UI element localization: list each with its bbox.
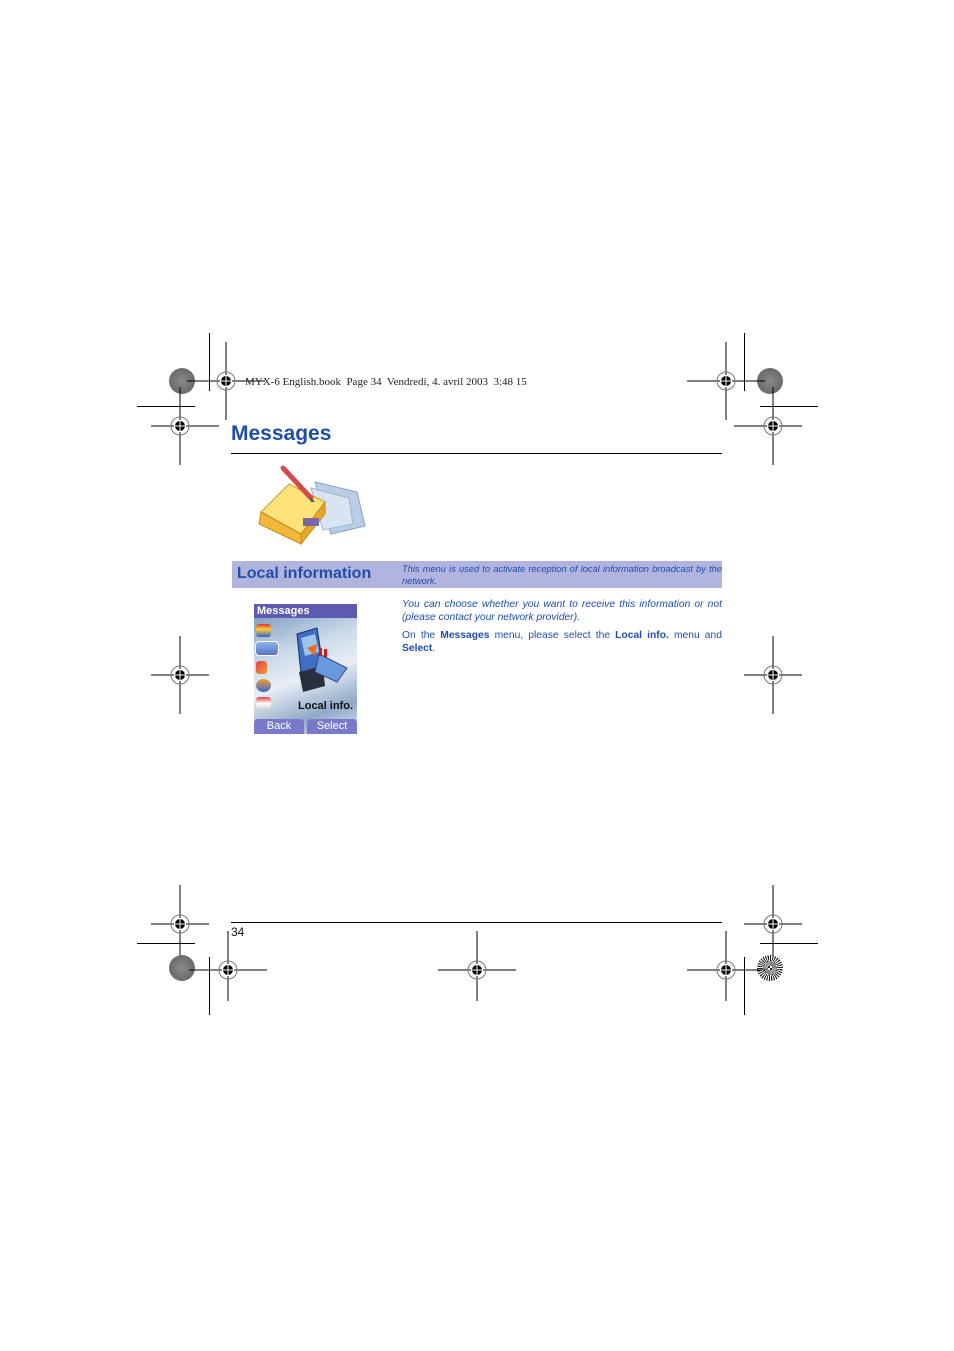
registration-target-icon	[189, 931, 267, 1001]
footer-rule	[231, 922, 722, 923]
outbox-icon	[256, 697, 271, 710]
cell-broadcast-icon	[256, 679, 271, 692]
crop-mark	[137, 943, 195, 944]
paragraph-instructions: On the Messages menu, please select the …	[402, 630, 722, 655]
section-header-band: Local information This menu is used to a…	[232, 561, 722, 588]
softkey-back: Back	[254, 719, 304, 734]
phone-screen-title: Messages	[254, 604, 357, 618]
pen-icon	[256, 661, 267, 674]
page-title: Messages	[231, 422, 332, 445]
messages-notepad-illustration-icon	[258, 465, 366, 546]
registration-target-icon	[151, 387, 219, 465]
menu-name-messages: Messages	[440, 630, 490, 641]
phone-selected-item-label: Local info.	[298, 700, 353, 712]
compose-icon	[255, 641, 279, 656]
title-rule	[231, 453, 722, 454]
print-slug-header: MYX-6 English.book Page 34 Vendredi, 4. …	[245, 376, 527, 388]
text-run: menu and	[668, 630, 722, 641]
phone-handset-icon	[296, 627, 348, 692]
registration-target-icon	[744, 636, 802, 714]
action-select: Select	[402, 642, 433, 654]
registration-target-icon	[734, 387, 802, 465]
text-run: menu, please select the	[489, 630, 616, 641]
menu-name-local-info: Local info.	[615, 630, 669, 641]
section-description: This menu is used to activate reception …	[402, 564, 722, 586]
phone-screen-image: Messages Local info. Back Select	[254, 604, 357, 734]
registration-target-icon	[687, 931, 765, 1001]
inbox-icon	[256, 624, 271, 637]
registration-target-icon	[438, 931, 516, 1001]
crop-mark	[760, 943, 818, 944]
paragraph-availability: You can choose whether you want to recei…	[402, 599, 722, 623]
section-title: Local information	[237, 565, 372, 582]
text-run: On the	[402, 630, 441, 641]
text-run: .	[432, 642, 436, 654]
registration-target-icon	[151, 636, 209, 714]
softkey-select: Select	[307, 719, 357, 734]
